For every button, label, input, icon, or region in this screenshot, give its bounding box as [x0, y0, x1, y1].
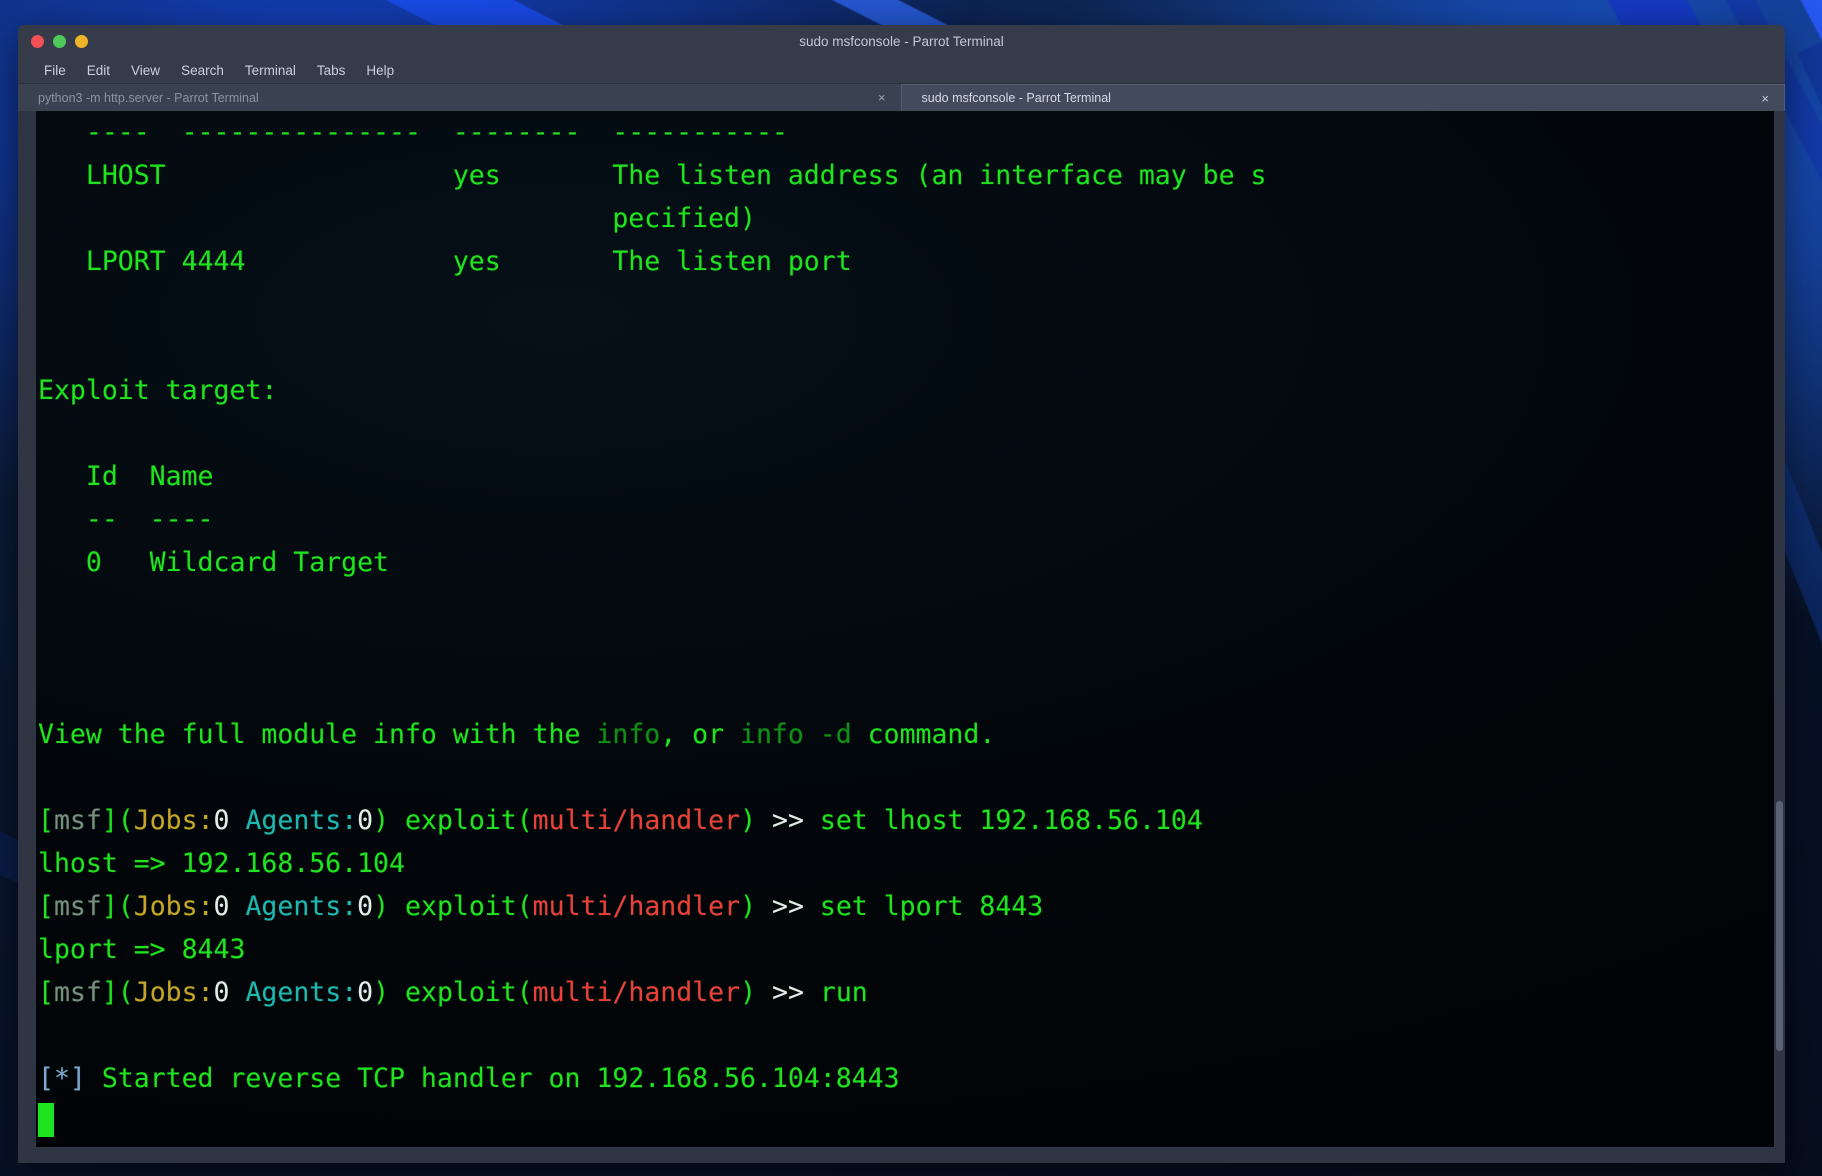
window-titlebar[interactable]: sudo msfconsole - Parrot Terminal [18, 25, 1785, 57]
menu-item-help[interactable]: Help [364, 62, 396, 79]
menu-item-view[interactable]: View [129, 62, 162, 79]
minimize-window-button[interactable] [53, 34, 66, 48]
window-controls [18, 34, 88, 48]
terminal-area: ---- --------------- -------- ----------… [18, 111, 1785, 1163]
maximize-window-button[interactable] [75, 34, 88, 48]
menu-item-terminal[interactable]: Terminal [243, 62, 298, 79]
terminal-screen: ---- --------------- -------- ----------… [36, 111, 1774, 1143]
menu-item-tabs[interactable]: Tabs [315, 62, 348, 79]
tab-label: sudo msfconsole - Parrot Terminal [921, 91, 1111, 105]
close-icon[interactable]: × [875, 91, 889, 104]
terminal-scrollbar[interactable] [1774, 111, 1785, 1147]
menu-item-edit[interactable]: Edit [85, 62, 112, 79]
tab-bar: python3 -m http.server - Parrot Terminal… [18, 83, 1785, 111]
tab-msfconsole[interactable]: sudo msfconsole - Parrot Terminal × [900, 84, 1785, 111]
close-icon[interactable]: × [1758, 92, 1772, 105]
close-window-button[interactable] [31, 34, 44, 48]
block-cursor [38, 1103, 54, 1137]
scrollbar-thumb[interactable] [1776, 801, 1783, 1051]
tab-http-server[interactable]: python3 -m http.server - Parrot Terminal… [18, 84, 901, 111]
terminal-window: sudo msfconsole - Parrot Terminal File E… [18, 25, 1785, 1163]
tab-label: python3 -m http.server - Parrot Terminal [38, 90, 259, 105]
terminal-output[interactable]: ---- --------------- -------- ----------… [36, 111, 1774, 1147]
window-title: sudo msfconsole - Parrot Terminal [799, 33, 1004, 49]
menu-item-file[interactable]: File [42, 62, 68, 79]
menu-bar: File Edit View Search Terminal Tabs Help [18, 57, 1785, 83]
menu-item-search[interactable]: Search [179, 62, 226, 79]
